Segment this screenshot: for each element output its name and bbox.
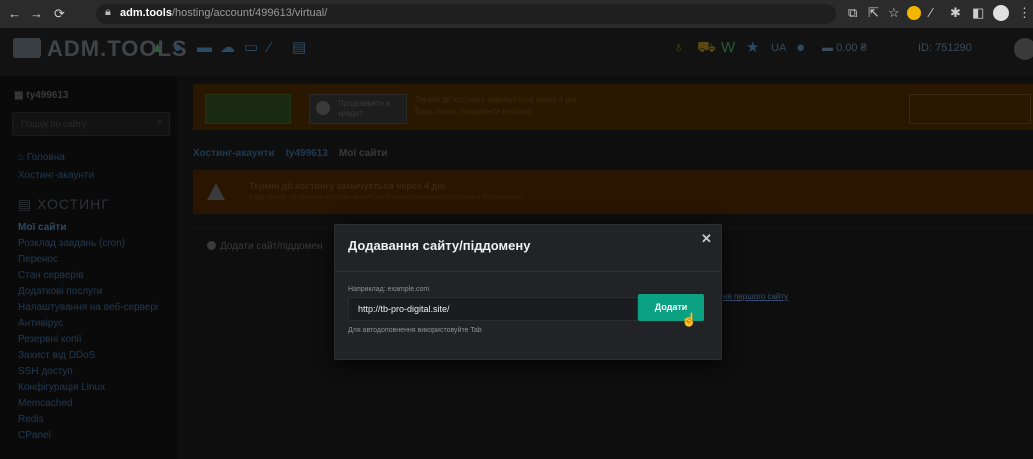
search-icon: ⌕ bbox=[156, 116, 163, 128]
domain-input[interactable]: http://tb-pro-digital.site/ bbox=[348, 297, 638, 321]
sidebar-item-linux[interactable]: Конфігурація Linux bbox=[18, 382, 105, 393]
hand-cursor-icon: ☝ bbox=[681, 312, 698, 327]
server-icon: ▦ bbox=[14, 90, 27, 101]
domain-input-value: http://tb-pro-digital.site/ bbox=[358, 304, 450, 314]
sidebar-item-my-sites[interactable]: Мої сайти bbox=[18, 222, 66, 233]
forward-icon[interactable]: → bbox=[30, 6, 43, 22]
renewal-banner: Продовжити в кредит Термін дії хостингу … bbox=[193, 84, 1033, 130]
language-switch[interactable]: UA bbox=[771, 42, 786, 54]
sidebar-item-servers[interactable]: Стан серверів bbox=[18, 270, 84, 281]
sidebar-item-antivirus[interactable]: Антивірус bbox=[18, 318, 63, 329]
sidebar-item-transfer[interactable]: Перенос bbox=[18, 254, 58, 265]
renew-credit-button[interactable]: Продовжити в кредит bbox=[309, 94, 407, 124]
breadcrumb: Хостинг-акаунти ty499613 Мої сайти bbox=[193, 148, 387, 159]
sidebar-item-backups[interactable]: Резервні копії bbox=[18, 334, 81, 345]
breadcrumb-item[interactable]: ty499613 bbox=[286, 148, 328, 159]
sidebar-item-ddos[interactable]: Захист від DDoS bbox=[18, 350, 95, 361]
add-site-link[interactable]: Додати сайт/піддомен bbox=[207, 241, 323, 252]
close-icon[interactable]: ✕ bbox=[701, 231, 712, 247]
bookmark-share-icon[interactable]: ⇱ bbox=[868, 5, 879, 21]
sidebar-item-memcached[interactable]: Memcached bbox=[18, 398, 72, 409]
balance[interactable]: ▬ 0.00 ₴ bbox=[822, 42, 867, 54]
back-icon[interactable]: ← bbox=[8, 6, 21, 22]
sidebar-item-cron[interactable]: Розклад завдань (cron) bbox=[18, 238, 125, 249]
lock-icon: 🔒︎ bbox=[105, 6, 111, 18]
sidebar-item-webserver[interactable]: Налаштування на веб-сервері bbox=[18, 302, 158, 313]
menu-icon[interactable]: ⋮ bbox=[1018, 5, 1031, 21]
sidebar-item-cpanel[interactable]: CPanel bbox=[18, 430, 51, 441]
reload-icon[interactable]: ⟳ bbox=[54, 6, 65, 22]
network-icon[interactable]: ▲ bbox=[150, 40, 165, 56]
server-icon[interactable]: ▬ bbox=[197, 40, 212, 56]
url-text: adm.tools/hosting/account/499613/virtual… bbox=[120, 7, 328, 19]
cloud-icon[interactable]: ☁ bbox=[220, 40, 235, 56]
modal-title: Додавання сайту/піддомену bbox=[348, 238, 531, 253]
credit-icon bbox=[316, 101, 330, 115]
account-selector[interactable]: ▦ ty499613 bbox=[14, 90, 69, 101]
wallet-icon: ▬ bbox=[822, 42, 837, 54]
banner-action-button[interactable] bbox=[909, 94, 1031, 124]
autocomplete-hint: Для автодоповнення використовуйте Tab bbox=[348, 327, 482, 334]
breadcrumb-current: Мої сайти bbox=[338, 148, 388, 159]
database-icon[interactable]: ▤ bbox=[292, 40, 306, 56]
expiry-warning: Термін дії хостингу закінчується через 4… bbox=[193, 170, 1033, 214]
extension-pin-icon[interactable]: ⁄ bbox=[930, 5, 932, 21]
logo-text: ADM.TOOLS bbox=[47, 36, 188, 61]
account-id: ID: 751290 bbox=[918, 42, 972, 54]
browser-toolbar: ← → ⟳ 🔒︎ adm.tools/hosting/account/49961… bbox=[0, 0, 1033, 28]
globe-icon[interactable]: ● bbox=[173, 40, 182, 56]
example-label: Наприклад: example.com bbox=[348, 286, 430, 293]
brush-icon[interactable]: ⁄ bbox=[268, 40, 271, 56]
address-bar[interactable]: 🔒︎ adm.tools/hosting/account/499613/virt… bbox=[96, 4, 836, 24]
renew-button[interactable] bbox=[205, 94, 291, 124]
hosting-icon: ▤ bbox=[18, 196, 38, 212]
share-icon[interactable]: ⧉ bbox=[848, 5, 857, 21]
warning-icon bbox=[207, 183, 225, 200]
sidebar-item-extra[interactable]: Додаткові послуги bbox=[18, 286, 102, 297]
sidebar-search[interactable]: Пошук по сайту ⌕ bbox=[12, 112, 170, 136]
warning-title: Термін дії хостингу закінчується через 4… bbox=[249, 181, 446, 191]
star-icon[interactable]: ☆ bbox=[888, 5, 900, 21]
logo-icon bbox=[13, 38, 41, 58]
modal-divider bbox=[335, 271, 721, 272]
warning-text: Будь ласка, продовжте хостинг-акаунт, що… bbox=[249, 194, 524, 201]
w-icon[interactable]: W bbox=[721, 40, 735, 56]
sidebar-item-hosting-accounts[interactable]: Хостинг-акаунти bbox=[18, 170, 94, 181]
cart-nav-icon[interactable]: ▭ bbox=[244, 40, 258, 56]
home-icon: ⌂ bbox=[18, 152, 27, 163]
first-site-link[interactable]: ня першого сайту bbox=[723, 292, 788, 301]
sidebar-section-hosting: ▤ ХОСТИНГ bbox=[18, 196, 110, 212]
profile-avatar[interactable] bbox=[993, 5, 1009, 21]
sidebar-item-home[interactable]: ⌂ Головна bbox=[18, 152, 65, 163]
user-avatar[interactable] bbox=[1014, 38, 1033, 60]
cart-icon[interactable]: ⛟ bbox=[697, 40, 716, 56]
help-icon[interactable]: ● bbox=[796, 40, 805, 56]
sidepanel-icon[interactable]: ◧ bbox=[972, 5, 984, 21]
sidebar-item-redis[interactable]: Redis bbox=[18, 414, 44, 425]
sidebar-item-ssh[interactable]: SSH доступ bbox=[18, 366, 73, 377]
favorite-icon[interactable]: ★ bbox=[746, 40, 759, 56]
banner-text: Термін дії хостингу закінчується через 4… bbox=[415, 95, 577, 116]
breadcrumb-item[interactable]: Хостинг-акаунти bbox=[193, 148, 274, 159]
add-site-modal: Додавання сайту/піддомену ✕ Наприклад: e… bbox=[334, 224, 722, 360]
lightbulb-icon[interactable]: ♁ bbox=[673, 40, 684, 56]
plus-circle-icon bbox=[207, 241, 216, 250]
extension-icon[interactable] bbox=[907, 6, 921, 20]
puzzle-icon[interactable]: ✱ bbox=[950, 5, 961, 21]
